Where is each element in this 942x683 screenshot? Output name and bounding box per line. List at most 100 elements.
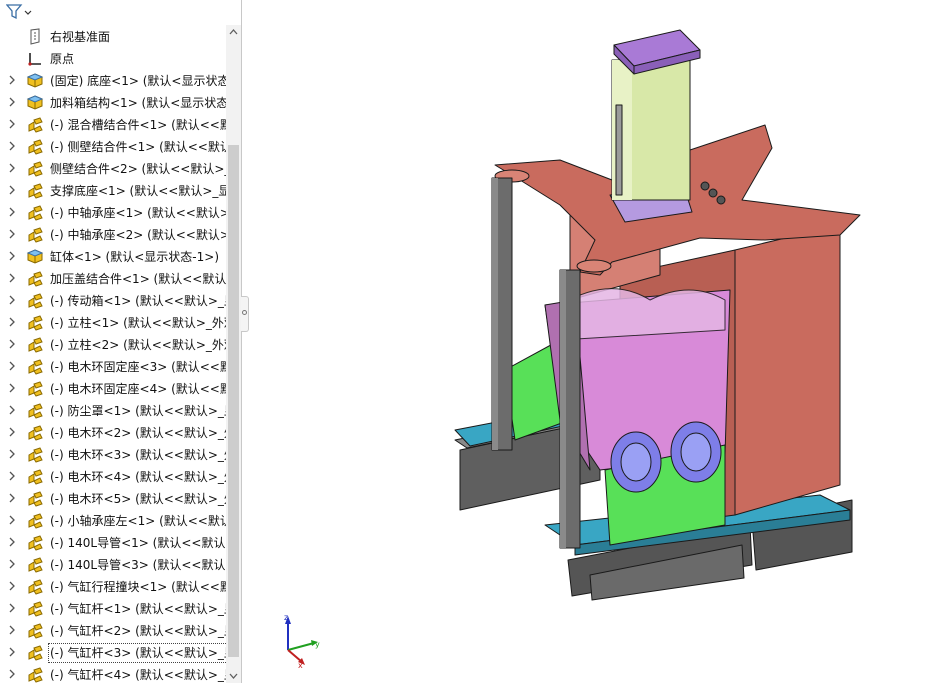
expand-arrow-icon[interactable]: [8, 646, 16, 658]
tree-row[interactable]: (-) 气缸杆<4> (默认<<默认>_显: [0, 664, 226, 683]
expand-arrow-icon[interactable]: [8, 294, 16, 306]
expand-arrow-icon[interactable]: [8, 74, 16, 86]
tree-row-label: 支撑底座<1> (默认<<默认>_显: [50, 184, 226, 198]
filter-bar: [0, 0, 241, 24]
tree-row[interactable]: (-) 立柱<2> (默认<<默认>_外观: [0, 334, 226, 356]
tree-row[interactable]: (-) 侧壁结合件<1> (默认<<默认: [0, 136, 226, 158]
part-icon: [26, 248, 44, 266]
tree-row[interactable]: 原点: [0, 48, 226, 70]
assembly-icon: [26, 314, 44, 332]
tree-row[interactable]: (-) 140L导管<3> (默认<<默认>_: [0, 554, 226, 576]
tree-row[interactable]: 右视基准面: [0, 26, 226, 48]
tree-row[interactable]: (-) 140L导管<1> (默认<<默认>_: [0, 532, 226, 554]
tree-row[interactable]: (-) 气缸杆<3> (默认<<默认>_显: [0, 642, 226, 664]
tree-row[interactable]: (-) 电木环<5> (默认<<默认>_外: [0, 488, 226, 510]
tree-row-label: (-) 气缸杆<4> (默认<<默认>_显: [50, 668, 226, 682]
tree-row[interactable]: (-) 电木环<3> (默认<<默认>_外: [0, 444, 226, 466]
expand-arrow-icon[interactable]: [8, 316, 16, 328]
expand-arrow-icon[interactable]: [8, 118, 16, 130]
tree-row[interactable]: 支撑底座<1> (默认<<默认>_显: [0, 180, 226, 202]
expand-arrow-icon[interactable]: [8, 580, 16, 592]
expand-arrow-icon[interactable]: [8, 250, 16, 262]
tree-row[interactable]: 缸体<1> (默认<显示状态-1>): [0, 246, 226, 268]
expand-arrow-icon[interactable]: [8, 272, 16, 284]
tree-row[interactable]: (-) 立柱<1> (默认<<默认>_外观: [0, 312, 226, 334]
orientation-triad: z y x: [284, 613, 320, 670]
expand-arrow-icon[interactable]: [8, 426, 16, 438]
assembly-icon: [26, 534, 44, 552]
tree-row[interactable]: 加料箱结构<1> (默认<显示状态: [0, 92, 226, 114]
tree-row[interactable]: (固定) 底座<1> (默认<显示状态: [0, 70, 226, 92]
assembly-icon: [26, 358, 44, 376]
expand-arrow-icon[interactable]: [8, 140, 16, 152]
graphics-viewport[interactable]: [250, 0, 942, 683]
assembly-icon: [26, 490, 44, 508]
feature-tree: 右视基准面 原点 (固定) 底座<1> (默认<显示状态 加料箱结构<1> (默认<显…: [0, 25, 226, 683]
assembly-icon: [26, 468, 44, 486]
assembly-icon: [26, 556, 44, 574]
expand-arrow-icon[interactable]: [8, 624, 16, 636]
tree-row[interactable]: (-) 气缸杆<2> (默认<<默认>_显: [0, 620, 226, 642]
assembly-icon: [26, 138, 44, 156]
expand-arrow-icon[interactable]: [8, 448, 16, 460]
tree-row[interactable]: (-) 中轴承座<1> (默认<<默认>_: [0, 202, 226, 224]
tree-row[interactable]: (-) 防尘罩<1> (默认<<默认>_显: [0, 400, 226, 422]
expand-arrow-icon[interactable]: [8, 558, 16, 570]
tree-row[interactable]: 加压盖结合件<1> (默认<<默认>: [0, 268, 226, 290]
scroll-up-arrow-icon[interactable]: [226, 25, 241, 40]
expand-arrow-icon[interactable]: [8, 206, 16, 218]
tree-row-label: (-) 防尘罩<1> (默认<<默认>_显: [50, 404, 226, 418]
scroll-down-arrow-icon[interactable]: [226, 668, 241, 683]
expand-arrow-icon[interactable]: [8, 96, 16, 108]
expand-arrow-icon[interactable]: [8, 668, 16, 680]
panel-splitter-handle[interactable]: [241, 296, 249, 332]
expand-arrow-icon[interactable]: [8, 404, 16, 416]
tree-row[interactable]: (-) 混合槽结合件<1> (默认<<默: [0, 114, 226, 136]
expand-arrow-icon[interactable]: [8, 602, 16, 614]
splitter-grip-icon: [242, 310, 247, 315]
expand-arrow-icon[interactable]: [8, 492, 16, 504]
tree-row-label: (-) 电木环固定座<3> (默认<<默: [50, 360, 226, 374]
expand-arrow-icon[interactable]: [8, 360, 16, 372]
expand-arrow-icon[interactable]: [8, 470, 16, 482]
tree-row[interactable]: (-) 电木环固定座<4> (默认<<默: [0, 378, 226, 400]
assembly-icon: [26, 578, 44, 596]
tree-row[interactable]: (-) 小轴承座左<1> (默认<<默认: [0, 510, 226, 532]
tree-row-label: (-) 气缸杆<3> (默认<<默认>_显: [48, 643, 226, 663]
part-icon: [26, 72, 44, 90]
tree-row[interactable]: (-) 气缸行程撞块<1> (默认<<默: [0, 576, 226, 598]
expand-arrow-icon[interactable]: [8, 162, 16, 174]
scroll-thumb[interactable]: [228, 145, 239, 657]
tree-row[interactable]: (-) 电木环<2> (默认<<默认>_外: [0, 422, 226, 444]
tree-scrollbar[interactable]: [226, 25, 241, 683]
assembly-icon: [26, 402, 44, 420]
expand-arrow-icon[interactable]: [8, 338, 16, 350]
expand-arrow-icon[interactable]: [8, 228, 16, 240]
tree-row[interactable]: (-) 电木环<4> (默认<<默认>_外: [0, 466, 226, 488]
tree-row-label: (-) 侧壁结合件<1> (默认<<默认: [50, 140, 226, 154]
tree-row[interactable]: (-) 中轴承座<2> (默认<<默认>_: [0, 224, 226, 246]
filter-icon[interactable]: [6, 3, 32, 21]
y-axis-icon: [287, 642, 315, 651]
tree-row-label: (-) 电木环<5> (默认<<默认>_外: [50, 492, 226, 506]
expand-arrow-icon[interactable]: [8, 536, 16, 548]
assembly-icon: [26, 622, 44, 640]
tree-row[interactable]: 侧壁结合件<2> (默认<<默认>_: [0, 158, 226, 180]
expand-arrow-icon[interactable]: [8, 184, 16, 196]
cylinder-rod: [615, 104, 623, 196]
assembly-icon: [26, 600, 44, 618]
tree-row-label: (固定) 底座<1> (默认<显示状态: [50, 74, 226, 88]
tree-row[interactable]: (-) 传动箱<1> (默认<<默认>_显: [0, 290, 226, 312]
tree-row[interactable]: (-) 电木环固定座<3> (默认<<默: [0, 356, 226, 378]
tree-row-label: (-) 立柱<2> (默认<<默认>_外观: [50, 338, 226, 352]
tree-row-label: 加料箱结构<1> (默认<显示状态: [50, 96, 226, 110]
expand-arrow-icon[interactable]: [8, 382, 16, 394]
assembly-icon: [26, 424, 44, 442]
assembly-icon: [26, 336, 44, 354]
tree-row[interactable]: (-) 气缸杆<1> (默认<<默认>_显: [0, 598, 226, 620]
tree-row-label: (-) 电木环<2> (默认<<默认>_外: [50, 426, 226, 440]
expand-arrow-icon[interactable]: [8, 514, 16, 526]
tree-row-label: (-) 140L导管<3> (默认<<默认>_: [50, 558, 226, 572]
assembly-icon: [26, 270, 44, 288]
tree-row-label: 缸体<1> (默认<显示状态-1>): [50, 250, 219, 264]
